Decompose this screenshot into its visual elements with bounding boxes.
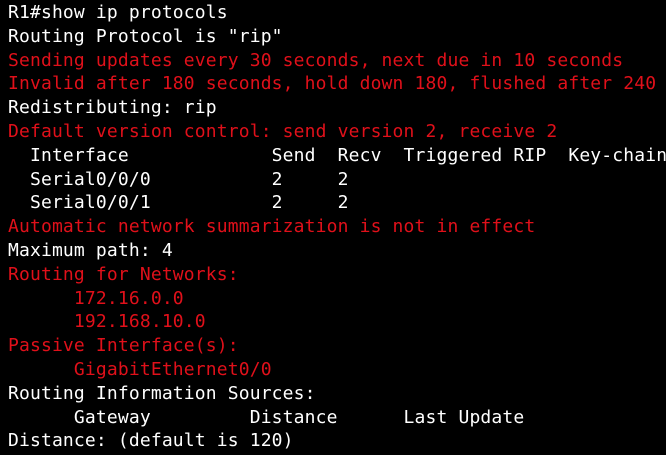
invalid-timer-line: Invalid after 180 seconds, hold down 180… <box>8 73 657 95</box>
routing-protocol-line: Routing Protocol is "rip" <box>8 25 283 47</box>
network-entry: 172.16.0.0 <box>8 287 184 309</box>
passive-interface-entry: GigabitEthernet0/0 <box>8 358 272 380</box>
network-entry: 192.168.10.0 <box>8 311 206 333</box>
version-control-line: Default version control: send version 2,… <box>8 120 558 142</box>
interface-row-serial000: Serial0/0/0 2 2 <box>8 168 349 190</box>
passive-interfaces-heading: Passive Interface(s): <box>8 335 239 357</box>
maximum-path-line: Maximum path: 4 <box>8 239 173 261</box>
update-timer-line: Sending updates every 30 seconds, next d… <box>8 49 624 71</box>
information-sources-heading: Routing Information Sources: <box>8 382 316 404</box>
terminal-output[interactable]: R1#show ip protocols Routing Protocol is… <box>0 0 666 455</box>
interface-table-header: Interface Send Recv Triggered RIP Key-ch… <box>8 144 666 166</box>
interface-row-serial001: Serial0/0/1 2 2 <box>8 192 349 214</box>
command-line: R1#show ip protocols <box>8 2 228 23</box>
distance-line: Distance: (default is 120) <box>8 430 294 452</box>
sources-table-header: Gateway Distance Last Update <box>8 406 525 428</box>
summarization-line: Automatic network summarization is not i… <box>8 216 536 238</box>
redistributing-line: Redistributing: rip <box>8 97 217 119</box>
routing-networks-heading: Routing for Networks: <box>8 263 239 285</box>
